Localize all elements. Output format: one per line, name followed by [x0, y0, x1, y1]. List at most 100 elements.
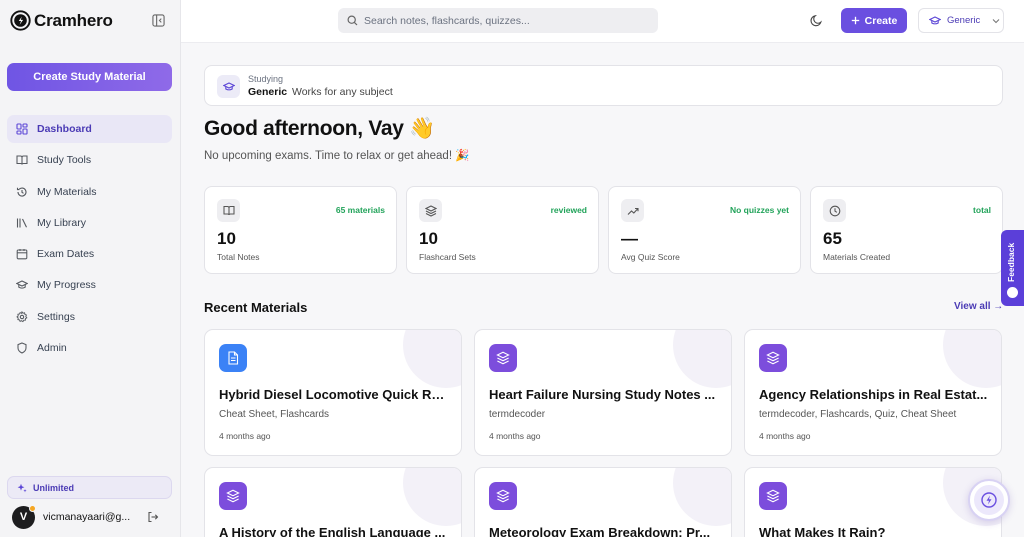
- material-title: Agency Relationships in Real Estat...: [759, 387, 988, 402]
- create-button[interactable]: Create: [841, 8, 907, 33]
- feedback-icon: [1007, 287, 1018, 298]
- sidebar-item-my-progress[interactable]: My Progress: [7, 271, 172, 299]
- studying-banner[interactable]: Studying Generic Works for any subject: [204, 65, 1003, 106]
- user-profile[interactable]: V vicmanayaari@g...: [12, 504, 164, 529]
- sidebar-item-dashboard[interactable]: Dashboard: [7, 115, 172, 143]
- create-study-material-button[interactable]: Create Study Material: [7, 63, 172, 91]
- feedback-tab[interactable]: Feedback: [1001, 230, 1024, 306]
- trending-up-icon: [621, 199, 644, 222]
- library-icon: [16, 218, 27, 228]
- stat-label: Avg Quiz Score: [621, 252, 680, 262]
- history-icon: [16, 187, 27, 197]
- material-card[interactable]: A History of the English Language ...: [204, 467, 462, 537]
- stat-card-materials-created[interactable]: total 65 Materials Created: [810, 186, 1003, 274]
- feedback-label: Feedback: [1006, 242, 1016, 282]
- plan-badge[interactable]: Unlimited: [7, 476, 172, 499]
- graduation-cap-icon: [16, 280, 28, 290]
- search-bar[interactable]: Search notes, flashcards, quizzes...: [338, 8, 658, 33]
- sidebar-item-label: Study Tools: [37, 154, 92, 167]
- material-card[interactable]: Agency Relationships in Real Estat... te…: [744, 329, 1002, 456]
- material-tags: Cheat Sheet, Flashcards: [219, 409, 330, 420]
- material-card[interactable]: What Makes It Rain?: [744, 467, 1002, 537]
- sidebar-item-settings[interactable]: Settings: [7, 303, 172, 331]
- sidebar-item-exam-dates[interactable]: Exam Dates: [7, 240, 172, 268]
- stat-card-total-notes[interactable]: 65 materials 10 Total Notes: [204, 186, 397, 274]
- material-time: 4 months ago: [759, 431, 811, 441]
- page-subtitle: No upcoming exams. Time to relax or get …: [204, 150, 470, 162]
- stat-badge: total: [973, 205, 991, 215]
- material-card[interactable]: Hybrid Diesel Locomotive Quick Re... Che…: [204, 329, 462, 456]
- stat-card-avg-quiz-score[interactable]: No quizzes yet — Avg Quiz Score: [608, 186, 801, 274]
- stat-value: —: [621, 229, 638, 248]
- material-card[interactable]: Heart Failure Nursing Study Notes ... te…: [474, 329, 732, 456]
- sidebar-item-label: Dashboard: [37, 123, 92, 135]
- stat-label: Total Notes: [217, 252, 260, 262]
- subject-select-label: Generic: [947, 15, 981, 26]
- lightning-icon: [974, 485, 1004, 515]
- layers-icon: [759, 482, 787, 510]
- stat-card-flashcard-sets[interactable]: reviewed 10 Flashcard Sets: [406, 186, 599, 274]
- app-name: Cramhero: [34, 10, 113, 30]
- material-title: Meteorology Exam Breakdown: Pr...: [489, 525, 711, 537]
- subject-select[interactable]: Generic: [918, 8, 1004, 33]
- stat-label: Flashcard Sets: [419, 252, 476, 262]
- material-tags: termdecoder, Flashcards, Quiz, Cheat She…: [759, 409, 957, 420]
- material-title: Heart Failure Nursing Study Notes ...: [489, 387, 716, 402]
- material-tags: termdecoder: [489, 409, 546, 420]
- document-icon: [219, 344, 247, 372]
- avatar-status-dot: [29, 504, 36, 512]
- page-title: Good afternoon, Vay 👋: [204, 117, 436, 140]
- sidebar-item-admin[interactable]: Admin: [7, 334, 172, 362]
- studying-label: Studying: [248, 74, 284, 84]
- app-logo[interactable]: Cramhero: [10, 10, 113, 31]
- shield-icon: [17, 342, 27, 354]
- stat-label: Materials Created: [823, 252, 891, 262]
- material-title: Hybrid Diesel Locomotive Quick Re...: [219, 387, 449, 402]
- stat-value: 65: [823, 229, 842, 248]
- clock-icon: [823, 199, 846, 222]
- chevron-down-icon: [992, 18, 1000, 23]
- avatar-initial: V: [19, 511, 28, 523]
- plus-icon: [851, 16, 859, 25]
- book-icon: [16, 155, 28, 165]
- material-card[interactable]: Meteorology Exam Breakdown: Pr...: [474, 467, 732, 537]
- sparkles-icon: [17, 483, 27, 492]
- calendar-icon: [16, 249, 28, 260]
- logout-icon[interactable]: [147, 511, 159, 523]
- layers-icon: [489, 344, 517, 372]
- sidebar-collapse-icon[interactable]: [152, 14, 165, 27]
- material-title: What Makes It Rain?: [759, 525, 886, 537]
- recent-materials-title: Recent Materials: [204, 300, 308, 315]
- material-title: A History of the English Language ...: [219, 525, 446, 537]
- sidebar-item-label: Exam Dates: [37, 248, 95, 261]
- sidebar-nav: Dashboard Study Tools My Materials My Li…: [7, 115, 172, 365]
- sidebar-item-label: My Materials: [37, 185, 97, 198]
- stat-badge: No quizzes yet: [729, 205, 789, 215]
- plan-label: Unlimited: [33, 482, 75, 493]
- stat-value: 10: [419, 229, 438, 248]
- moon-icon[interactable]: [810, 14, 823, 27]
- sidebar-item-my-materials[interactable]: My Materials: [7, 178, 172, 206]
- studying-description: Works for any subject: [292, 86, 393, 98]
- graduation-cap-icon: [929, 15, 941, 24]
- sidebar-item-my-library[interactable]: My Library: [7, 209, 172, 237]
- create-button-label: Create: [864, 14, 898, 27]
- view-all-link[interactable]: View all →: [954, 301, 1003, 312]
- quick-action-button[interactable]: [968, 479, 1010, 521]
- sidebar-item-label: Admin: [37, 342, 67, 355]
- stat-badge: reviewed: [550, 205, 587, 215]
- layers-icon: [219, 482, 247, 510]
- search-icon: [347, 15, 358, 26]
- sidebar-item-study-tools[interactable]: Study Tools: [7, 146, 172, 174]
- studying-subject: Generic: [248, 86, 288, 98]
- sidebar-item-label: Settings: [37, 310, 75, 323]
- search-input[interactable]: Search notes, flashcards, quizzes...: [364, 15, 530, 27]
- stat-value: 10: [217, 229, 236, 248]
- avatar[interactable]: V: [12, 504, 36, 529]
- graduation-cap-icon: [217, 75, 240, 98]
- layers-icon: [759, 344, 787, 372]
- sidebar-item-label: My Progress: [37, 279, 96, 292]
- material-time: 4 months ago: [219, 431, 271, 441]
- material-time: 4 months ago: [489, 431, 541, 441]
- dashboard-icon: [16, 123, 28, 135]
